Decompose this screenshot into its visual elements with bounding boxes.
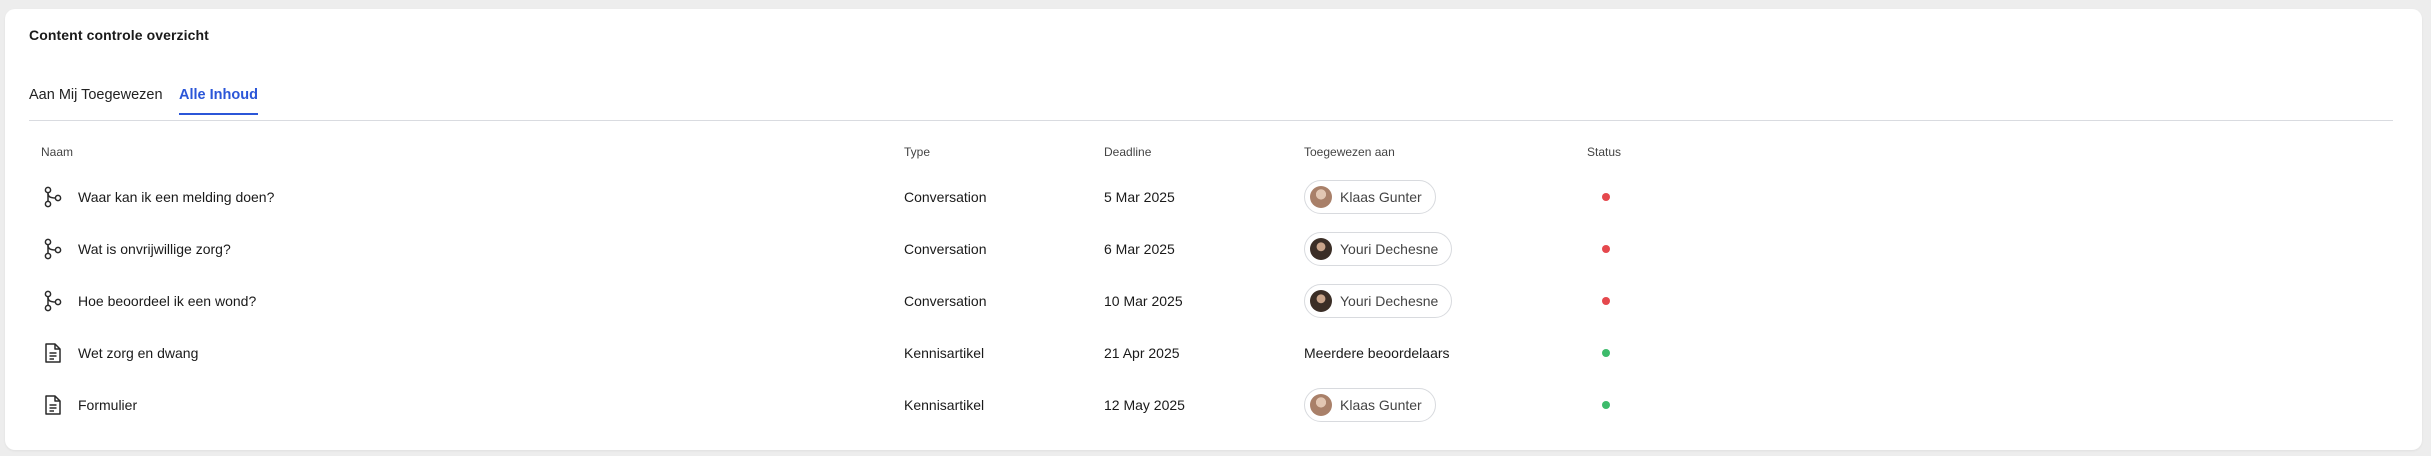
table-header: Naam Type Deadline Toegewezen aan Status bbox=[5, 137, 2422, 159]
assignee-multiple: Meerdere beoordelaars bbox=[1304, 345, 1450, 361]
row-name: Wet zorg en dwang bbox=[78, 345, 199, 361]
row-type: Conversation bbox=[904, 293, 987, 309]
status-dot bbox=[1602, 193, 1610, 201]
row-type: Conversation bbox=[904, 189, 987, 205]
assignee-name: Klaas Gunter bbox=[1340, 189, 1422, 205]
flow-branch-icon bbox=[43, 238, 63, 260]
column-header-name[interactable]: Naam bbox=[41, 145, 73, 159]
row-deadline: 5 Mar 2025 bbox=[1104, 189, 1175, 205]
flow-branch-icon bbox=[43, 290, 63, 312]
avatar bbox=[1310, 290, 1332, 312]
document-icon bbox=[43, 342, 63, 364]
content-review-card: Content controle overzicht Aan Mij Toege… bbox=[5, 9, 2422, 450]
column-header-assigned[interactable]: Toegewezen aan bbox=[1304, 145, 1395, 159]
row-type: Kennisartikel bbox=[904, 397, 985, 413]
row-type: Conversation bbox=[904, 241, 987, 257]
row-type: Kennisartikel bbox=[904, 345, 985, 361]
assignee-name: Youri Dechesne bbox=[1340, 293, 1439, 309]
table-row[interactable]: Hoe beoordeel ik een wond? Conversation … bbox=[5, 275, 2422, 327]
table-row[interactable]: Waar kan ik een melding doen? Conversati… bbox=[5, 171, 2422, 223]
assignee-chip[interactable]: Youri Dechesne bbox=[1304, 232, 1453, 266]
document-icon bbox=[43, 394, 63, 416]
row-deadline: 6 Mar 2025 bbox=[1104, 241, 1175, 257]
status-dot bbox=[1602, 349, 1610, 357]
table-row[interactable]: Wet zorg en dwang Kennisartikel 21 Apr 2… bbox=[5, 327, 2422, 379]
assignee-chip[interactable]: Klaas Gunter bbox=[1304, 388, 1436, 422]
row-name: Hoe beoordeel ik een wond? bbox=[78, 293, 257, 309]
column-header-type[interactable]: Type bbox=[904, 145, 930, 159]
page-title: Content controle overzicht bbox=[29, 27, 209, 43]
tab-assigned-to-me[interactable]: Aan Mij Toegewezen bbox=[29, 87, 163, 113]
row-name: Waar kan ik een melding doen? bbox=[78, 189, 275, 205]
assignee-chip[interactable]: Youri Dechesne bbox=[1304, 284, 1453, 318]
avatar bbox=[1310, 186, 1332, 208]
avatar bbox=[1310, 394, 1332, 416]
column-header-deadline[interactable]: Deadline bbox=[1104, 145, 1151, 159]
assignee-name: Klaas Gunter bbox=[1340, 397, 1422, 413]
row-name: Formulier bbox=[78, 397, 138, 413]
table-row[interactable]: Formulier Kennisartikel 12 May 2025 Klaa… bbox=[5, 379, 2422, 431]
status-dot bbox=[1602, 297, 1610, 305]
row-deadline: 12 May 2025 bbox=[1104, 397, 1185, 413]
row-deadline: 21 Apr 2025 bbox=[1104, 345, 1180, 361]
table-row[interactable]: Wat is onvrijwillige zorg? Conversation … bbox=[5, 223, 2422, 275]
tab-all-content[interactable]: Alle Inhoud bbox=[179, 87, 258, 115]
assignee-name: Youri Dechesne bbox=[1340, 241, 1439, 257]
status-dot bbox=[1602, 401, 1610, 409]
column-header-status[interactable]: Status bbox=[1587, 145, 1621, 159]
row-name: Wat is onvrijwillige zorg? bbox=[78, 241, 231, 257]
avatar bbox=[1310, 238, 1332, 260]
assignee-chip[interactable]: Klaas Gunter bbox=[1304, 180, 1436, 214]
status-dot bbox=[1602, 245, 1610, 253]
flow-branch-icon bbox=[43, 186, 63, 208]
row-deadline: 10 Mar 2025 bbox=[1104, 293, 1183, 309]
tab-bar: Aan Mij Toegewezen Alle Inhoud bbox=[29, 69, 2393, 121]
